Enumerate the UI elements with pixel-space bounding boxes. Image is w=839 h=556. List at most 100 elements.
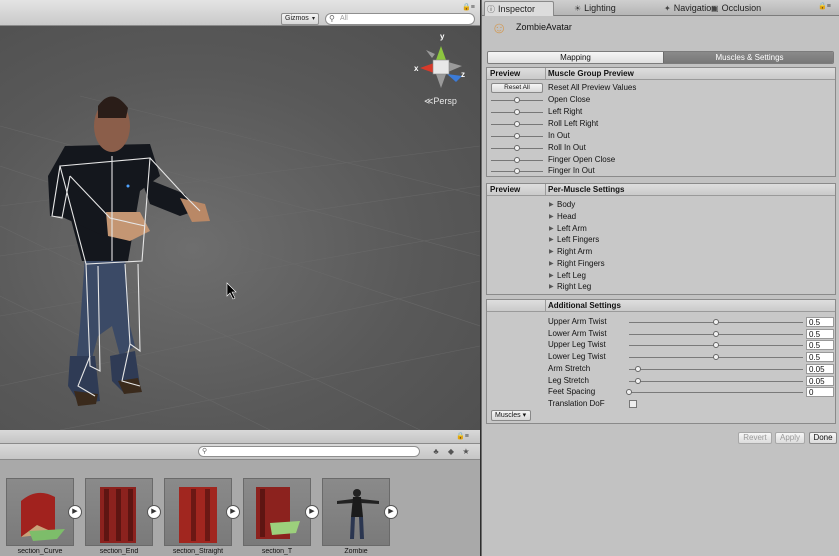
play-preview-icon[interactable]: ▶: [384, 505, 398, 519]
slider-knob[interactable]: [514, 97, 520, 103]
setting-value-field[interactable]: 0.5: [806, 340, 834, 350]
asset-item[interactable]: ▶ Zombie: [322, 478, 400, 556]
foldout-arrow-icon[interactable]: ▶: [549, 199, 554, 211]
muscle-group-right-arm[interactable]: ▶ Right Arm: [487, 246, 835, 258]
gizmos-dropdown[interactable]: Gizmos ▾: [281, 13, 319, 25]
asset-name: section_T: [261, 548, 293, 555]
muscles-dropdown[interactable]: Muscles ▾: [491, 410, 531, 421]
gizmo-x-label[interactable]: x: [414, 64, 418, 73]
preview-slider[interactable]: [491, 109, 543, 115]
foldout-arrow-icon[interactable]: ▶: [549, 246, 554, 258]
lock-icon[interactable]: 🔒≡: [818, 2, 831, 10]
orientation-gizmo[interactable]: [420, 46, 462, 88]
asset-item[interactable]: ▶ section_Curve: [6, 478, 84, 556]
setting-slider[interactable]: [629, 342, 803, 348]
slider-knob[interactable]: [713, 342, 719, 348]
slider-knob[interactable]: [713, 331, 719, 337]
slider-knob[interactable]: [514, 157, 520, 163]
tab-occlusion[interactable]: ▣ Occlusion: [709, 1, 761, 16]
gizmo-z-label[interactable]: z: [461, 70, 465, 79]
slider-knob[interactable]: [514, 133, 520, 139]
lock-icon[interactable]: 🔒≡: [462, 3, 475, 11]
setting-slider[interactable]: [629, 366, 803, 372]
scene-search-input[interactable]: ⚲ All: [325, 13, 475, 25]
slider-knob[interactable]: [634, 366, 641, 372]
persp-toggle[interactable]: ≪Persp: [424, 96, 457, 107]
slider-knob[interactable]: [713, 319, 719, 325]
slider-knob[interactable]: [514, 109, 520, 115]
play-preview-icon[interactable]: ▶: [305, 505, 319, 519]
setting-slider[interactable]: [629, 354, 803, 360]
foldout-arrow-icon[interactable]: ▶: [549, 234, 554, 246]
slider-knob[interactable]: [514, 145, 520, 151]
zombie-character[interactable]: [48, 96, 210, 406]
preview-slider[interactable]: [491, 157, 543, 163]
muscles-settings-button[interactable]: Muscles & Settings: [663, 52, 833, 63]
apply-button[interactable]: Apply: [775, 432, 805, 444]
play-preview-icon[interactable]: ▶: [68, 505, 82, 519]
foldout-arrow-icon[interactable]: ▶: [549, 281, 554, 293]
setting-slider[interactable]: [629, 378, 803, 384]
mapping-button[interactable]: Mapping: [488, 52, 663, 63]
play-preview-icon[interactable]: ▶: [147, 505, 161, 519]
asset-name: section_Curve: [17, 548, 63, 555]
setting-value-field[interactable]: 0: [806, 387, 834, 397]
muscle-group-left-fingers[interactable]: ▶ Left Fingers: [487, 234, 835, 246]
slider-knob[interactable]: [713, 354, 719, 360]
mouse-cursor: [226, 282, 237, 300]
slider-knob[interactable]: [514, 121, 520, 127]
mode-toggle: Mapping Muscles & Settings: [487, 51, 834, 64]
foldout-arrow-icon[interactable]: ▶: [549, 211, 554, 223]
slider-knob[interactable]: [634, 378, 641, 384]
setting-value-field[interactable]: 0.5: [806, 317, 834, 327]
favorite-star-icon[interactable]: ★: [460, 446, 472, 457]
list-item: Left Right: [487, 106, 835, 118]
row-label: Open Close: [548, 95, 591, 104]
tab-lighting[interactable]: ☀ Lighting: [572, 1, 616, 16]
slider-knob[interactable]: [514, 168, 520, 174]
setting-value-field[interactable]: 0.05: [806, 364, 834, 374]
lock-icon[interactable]: 🔒≡: [456, 432, 469, 440]
setting-label: Upper Leg Twist: [548, 340, 606, 349]
muscle-group-body[interactable]: ▶ Body: [487, 199, 835, 211]
setting-slider[interactable]: [626, 389, 803, 395]
revert-button[interactable]: Revert: [738, 432, 772, 444]
preview-slider[interactable]: [491, 133, 543, 139]
asset-item[interactable]: ▶ section_End: [85, 478, 163, 556]
asset-thumbnail: [85, 478, 153, 546]
preview-slider[interactable]: [491, 168, 543, 174]
muscle-group-right-fingers[interactable]: ▶ Right Fingers: [487, 258, 835, 270]
slider-knob[interactable]: [626, 389, 632, 395]
project-search-input[interactable]: ⚲: [198, 446, 420, 457]
setting-value-field[interactable]: 0.5: [806, 329, 834, 339]
foldout-arrow-icon[interactable]: ▶: [549, 258, 554, 270]
scene-toolbar: 🔒≡ Gizmos ▾ ⚲ All: [0, 0, 480, 26]
done-button[interactable]: Done: [809, 432, 837, 444]
group-label: Right Fingers: [557, 259, 605, 268]
search-icon: ⚲: [329, 14, 335, 23]
filter-by-label-icon[interactable]: ◆: [445, 446, 457, 457]
preview-slider[interactable]: [491, 121, 543, 127]
tab-inspector[interactable]: ⓘ Inspector: [484, 1, 554, 16]
preview-slider[interactable]: [491, 97, 543, 103]
preview-slider[interactable]: [491, 145, 543, 151]
translation-dof-checkbox[interactable]: [629, 400, 637, 408]
project-panel: 🔒≡ ⚲ ♣ ◆ ★ ▶ section_Curve ▶ section_End…: [0, 430, 480, 556]
setting-slider[interactable]: [629, 331, 803, 337]
group-label: Body: [557, 200, 576, 209]
asset-item[interactable]: ▶ section_T: [243, 478, 321, 556]
scene-viewport[interactable]: y x z ≪Persp: [0, 26, 480, 430]
setting-value-field[interactable]: 0.5: [806, 352, 834, 362]
gizmo-y-label[interactable]: y: [440, 32, 444, 41]
setting-value-field[interactable]: 0.05: [806, 376, 834, 386]
reset-all-button[interactable]: Reset All: [491, 83, 543, 93]
play-preview-icon[interactable]: ▶: [226, 505, 240, 519]
list-item: In Out: [487, 130, 835, 142]
muscle-group-right-leg[interactable]: ▶ Right Leg: [487, 281, 835, 293]
filter-by-type-icon[interactable]: ♣: [430, 446, 442, 457]
row-label: Roll Left Right: [548, 119, 599, 128]
lighting-icon: ☀: [574, 4, 582, 13]
muscle-group-head[interactable]: ▶ Head: [487, 211, 835, 223]
asset-item[interactable]: ▶ section_Straight: [164, 478, 242, 556]
setting-slider[interactable]: [629, 319, 803, 325]
